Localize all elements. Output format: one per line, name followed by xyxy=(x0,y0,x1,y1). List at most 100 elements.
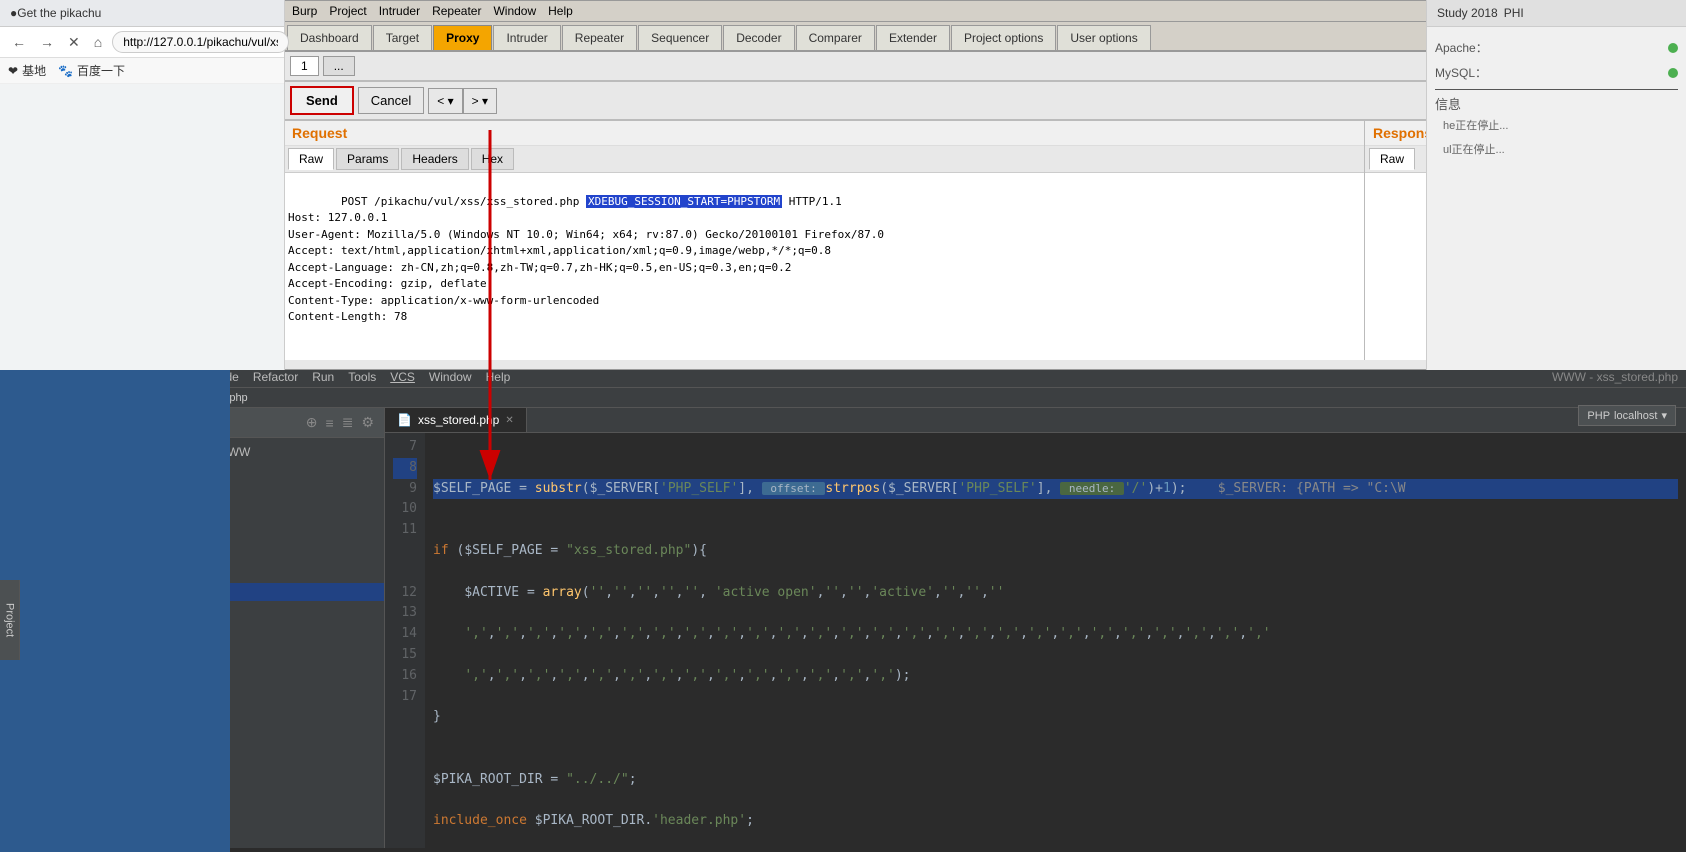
line-num-13: 13 xyxy=(393,603,417,624)
send-button[interactable]: Send xyxy=(290,86,354,115)
cancel-button[interactable]: Cancel xyxy=(358,87,424,114)
request-tab-headers[interactable]: Headers xyxy=(401,148,468,170)
browser-bookmarks: ❤ 基地 🐾 百度一下 xyxy=(0,58,284,84)
phpstudy-log1: he正在停止... xyxy=(1435,113,1678,137)
code-line-8: $SELF_PAGE = substr($_SERVER['PHP_SELF']… xyxy=(433,479,1678,500)
line-num-11c xyxy=(393,562,417,583)
tree-btn-settings[interactable]: ⚙ xyxy=(359,412,376,433)
bookmark-jidi-label: 基地 xyxy=(22,62,46,79)
tab-repeater[interactable]: Repeater xyxy=(562,25,637,50)
editor-tab-xss[interactable]: 📄 xss_stored.php ✕ xyxy=(385,408,527,432)
prev-button[interactable]: < ▾ xyxy=(428,88,462,114)
nav-home-button[interactable]: ⌂ xyxy=(90,32,106,52)
request-tab-raw[interactable]: Raw xyxy=(288,148,334,170)
burp-menu-intruder[interactable]: Intruder xyxy=(379,4,420,18)
nav-arrows: < ▾ > ▾ xyxy=(428,88,497,114)
line-num-14: 14 xyxy=(393,624,417,645)
burp-menu-help[interactable]: Help xyxy=(548,4,573,18)
phpstudy-log2: ul正在停止... xyxy=(1435,137,1678,161)
breadcrumb: WWW › pikachu › vul › xss › 📄 xss_stored… xyxy=(0,388,1686,408)
tab-target[interactable]: Target xyxy=(373,25,432,50)
code-line-12: } xyxy=(433,707,1678,728)
repeater-tab-1[interactable]: 1 xyxy=(290,56,319,76)
bookmark-baidu-label: 百度一下 xyxy=(77,62,125,79)
tab-intruder[interactable]: Intruder xyxy=(493,25,560,50)
editor-tab-icon: 📄 xyxy=(397,413,412,427)
divider xyxy=(1435,89,1678,90)
line-num-15: 15 xyxy=(393,645,417,666)
burp-menu-project[interactable]: Project xyxy=(329,4,366,18)
mysql-status-dot xyxy=(1668,68,1678,78)
info-label: 信息 xyxy=(1435,94,1678,113)
code-line-11b: ',',',',',',',',',',',',',',',',',',',',… xyxy=(433,624,1678,645)
tree-btn-expand[interactable]: ≣ xyxy=(340,412,356,433)
session-highlight: XDEBUG_SESSION_START=PHPSTORM xyxy=(586,195,782,208)
line-numbers: 7 8 9 10 11 12 13 14 15 16 17 xyxy=(385,433,425,848)
request-line2: Host: 127.0.0.1 xyxy=(288,211,387,224)
code-line-14: $PIKA_ROOT_DIR = "../../"; xyxy=(433,770,1678,791)
phpstudy-tab-phi[interactable]: PHI xyxy=(1504,6,1524,20)
line-num-10: 10 xyxy=(393,499,417,520)
phpstudy-apache-item: Apache： xyxy=(1435,35,1678,60)
browser-tab[interactable]: ● Get the pikachu xyxy=(0,0,284,27)
menu-help[interactable]: Help xyxy=(486,370,511,384)
code-lines[interactable]: $SELF_PAGE = substr($_SERVER['PHP_SELF']… xyxy=(425,433,1686,848)
phpstudy-header: Study 2018 PHI xyxy=(1427,0,1686,27)
url-bar[interactable] xyxy=(112,31,289,53)
request-tab-params[interactable]: Params xyxy=(336,148,399,170)
line-num-9: 9 xyxy=(393,479,417,500)
menu-tools[interactable]: Tools xyxy=(348,370,376,384)
bookmark-baidu[interactable]: 🐾 百度一下 xyxy=(58,62,125,79)
request-tabs: Raw Params Headers Hex xyxy=(284,146,1364,173)
response-tab-raw[interactable]: Raw xyxy=(1369,148,1415,170)
next-button[interactable]: > ▾ xyxy=(463,88,497,114)
nav-forward-button[interactable]: → xyxy=(36,32,58,52)
repeater-tab-dots[interactable]: ... xyxy=(323,56,355,76)
line-num-11b xyxy=(393,541,417,562)
line-num-17: 17 xyxy=(393,687,417,708)
tree-btn-add[interactable]: ⊕ xyxy=(304,412,320,433)
menu-run[interactable]: Run xyxy=(312,370,334,384)
request-line1-suffix: HTTP/1.1 xyxy=(782,195,842,208)
code-editor: 📄 xss_stored.php ✕ 7 8 9 10 11 12 13 14 xyxy=(385,408,1686,848)
phpstudy-tab-study[interactable]: Study 2018 xyxy=(1437,6,1498,20)
phpstorm-menu: 🟣 File Edit View Navigate Code Refactor … xyxy=(0,367,1686,388)
editor-tab-close[interactable]: ✕ xyxy=(505,415,513,426)
browser-chrome: ● Get the pikachu ← → ✕ ⌂ ❤ 基地 🐾 百度一下 xyxy=(0,0,285,370)
phpstudy-panel: Study 2018 PHI Apache： MySQL： 信息 he正在停止.… xyxy=(1426,0,1686,370)
burp-menu-burp[interactable]: Burp xyxy=(292,4,317,18)
nav-close-button[interactable]: ✕ xyxy=(64,32,84,53)
tab-dashboard[interactable]: Dashboard xyxy=(287,25,372,50)
tab-proxy[interactable]: Proxy xyxy=(433,25,492,50)
code-line-15: include_once $PIKA_ROOT_DIR.'header.php'… xyxy=(433,811,1678,832)
request-line6: Accept-Encoding: gzip, deflate xyxy=(288,277,487,290)
burp-menu-window[interactable]: Window xyxy=(493,4,536,18)
line-num-7: 7 xyxy=(393,437,417,458)
code-line-11c: ',',',',',',',',',',',',',',',',',',',',… xyxy=(433,666,1678,687)
request-line5: Accept-Language: zh-CN,zh;q=0.8,zh-TW;q=… xyxy=(288,261,791,274)
line-num-11: 11 xyxy=(393,520,417,541)
tab-decoder[interactable]: Decoder xyxy=(723,25,794,50)
tab-user-options[interactable]: User options xyxy=(1057,25,1150,50)
tree-btn-collapse[interactable]: ≡ xyxy=(324,412,336,433)
line-num-8: 8 xyxy=(393,458,417,479)
menu-window[interactable]: Window xyxy=(429,370,472,384)
tab-comparer[interactable]: Comparer xyxy=(796,25,875,50)
line-num-12: 12 xyxy=(393,583,417,604)
menu-vcs[interactable]: VCS xyxy=(390,370,415,384)
request-content[interactable]: POST /pikachu/vul/xss/xss_stored.php XDE… xyxy=(284,173,1364,360)
project-sidebar-tab[interactable]: Project xyxy=(0,580,20,660)
tab-project-options[interactable]: Project options xyxy=(951,25,1056,50)
bookmark-jidi[interactable]: ❤ 基地 xyxy=(8,62,46,79)
nav-back-button[interactable]: ← xyxy=(8,32,30,52)
phpstudy-content: Apache： MySQL： 信息 he正在停止... ul正在停止... xyxy=(1427,27,1686,169)
tab-extender[interactable]: Extender xyxy=(876,25,950,50)
request-tab-hex[interactable]: Hex xyxy=(471,148,514,170)
localhost-chevron: ▾ xyxy=(1661,409,1667,422)
request-title: Request xyxy=(284,121,1364,146)
tab-sequencer[interactable]: Sequencer xyxy=(638,25,722,50)
burp-menu-repeater[interactable]: Repeater xyxy=(432,4,481,18)
localhost-badge[interactable]: PHP localhost ▾ xyxy=(1578,405,1676,426)
menu-refactor[interactable]: Refactor xyxy=(253,370,298,384)
request-line8: Content-Length: 78 xyxy=(288,310,407,323)
